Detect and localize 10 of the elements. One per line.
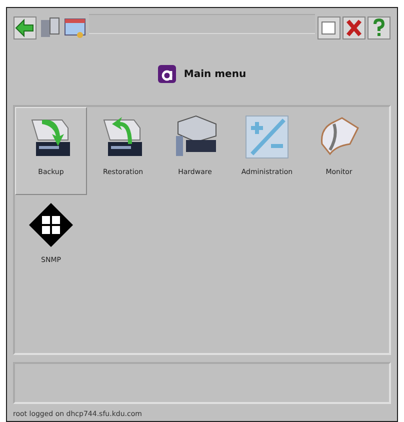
computer-icon[interactable] (38, 16, 62, 40)
logo-icon (158, 65, 176, 83)
network-icon (28, 202, 74, 248)
document-icon[interactable] (317, 16, 341, 40)
window-icon[interactable] (63, 16, 87, 40)
help-icon[interactable] (367, 16, 391, 40)
back-arrow-icon[interactable] (13, 16, 37, 40)
plus-minus-icon (244, 114, 290, 160)
close-icon[interactable] (342, 16, 366, 40)
window-title: Main menu (184, 68, 246, 80)
